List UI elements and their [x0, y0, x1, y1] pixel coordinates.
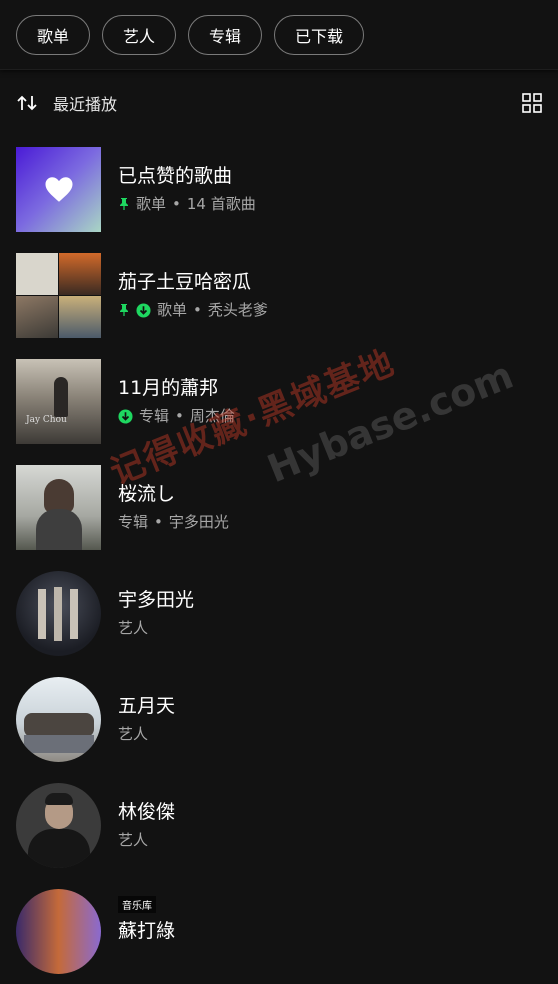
pin-icon — [120, 198, 128, 210]
filter-bar: 歌单 艺人 专辑 已下载 — [0, 0, 558, 70]
list-item[interactable]: 茄子土豆哈密瓜 歌单 • 秃头老爹 — [0, 242, 558, 348]
item-detail: 14 首歌曲 — [186, 195, 256, 213]
sort-label: 最近播放 — [53, 95, 118, 114]
album-cover-text: Jay Chou — [26, 414, 67, 425]
downloaded-icon — [118, 408, 133, 424]
list-item[interactable]: 蘇打綠 — [0, 878, 558, 984]
playlist-cover-collage — [16, 252, 101, 338]
item-title: 茄子土豆哈密瓜 — [118, 271, 252, 293]
grid-view-icon[interactable] — [522, 93, 542, 113]
separator-dot: • — [154, 513, 163, 531]
filter-chip-downloaded[interactable]: 已下载 — [274, 14, 365, 55]
item-type: 专辑 — [118, 513, 149, 531]
item-title: 已点赞的歌曲 — [118, 165, 233, 187]
sort-arrows-icon — [17, 95, 37, 111]
liked-songs-cover — [16, 146, 101, 232]
album-cover: Jay Chou — [16, 358, 101, 444]
item-type: 艺人 — [118, 725, 149, 743]
filter-chip-playlists[interactable]: 歌单 — [16, 14, 91, 55]
list-item[interactable]: 五月天 艺人 — [0, 666, 558, 772]
item-detail: 秃头老爹 — [207, 301, 268, 319]
album-cover — [16, 464, 101, 550]
separator-dot: • — [172, 195, 181, 213]
item-type: 歌单 — [136, 195, 167, 213]
list-item[interactable]: 林俊傑 艺人 — [0, 772, 558, 878]
tab-tooltip: 音乐库 — [118, 896, 156, 913]
library-list: 已点赞的歌曲 歌单 • 14 首歌曲 茄子土豆哈密瓜 歌单 • 秃头老爹 Jay… — [0, 136, 558, 984]
item-title: 11月的蕭邦 — [118, 377, 219, 399]
artist-avatar — [16, 676, 101, 762]
item-title: 五月天 — [118, 695, 176, 717]
item-type: 歌单 — [157, 301, 188, 319]
downloaded-icon — [136, 302, 151, 318]
artist-avatar — [16, 888, 101, 974]
sort-bar: 最近播放 — [0, 70, 558, 136]
item-title: 林俊傑 — [118, 801, 176, 823]
filter-chip-artists[interactable]: 艺人 — [102, 14, 177, 55]
filter-chip-albums[interactable]: 专辑 — [188, 14, 263, 55]
item-title: 蘇打綠 — [118, 920, 176, 942]
heart-icon — [45, 176, 72, 202]
sort-button[interactable]: 最近播放 — [17, 91, 117, 115]
pin-icon — [120, 304, 128, 316]
item-type: 艺人 — [118, 619, 149, 637]
artist-avatar — [16, 570, 101, 656]
artist-avatar — [16, 782, 101, 868]
list-item[interactable]: 宇多田光 艺人 — [0, 560, 558, 666]
item-type: 艺人 — [118, 831, 149, 849]
list-item[interactable]: 已点赞的歌曲 歌单 • 14 首歌曲 — [0, 136, 558, 242]
separator-dot: • — [193, 301, 202, 319]
item-title: 宇多田光 — [118, 589, 195, 611]
item-detail: 宇多田光 — [168, 513, 229, 531]
